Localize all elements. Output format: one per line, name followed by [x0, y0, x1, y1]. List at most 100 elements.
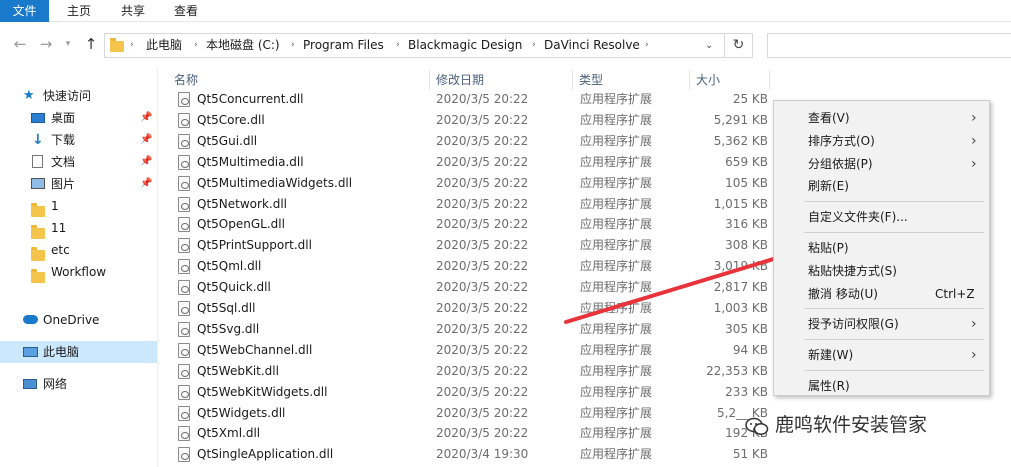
file-row[interactable]: Qt5WebKit.dll 2020/3/5 20:22 应用程序扩展 22,353 …	[170, 361, 776, 382]
context-menu-item[interactable]: 分组依据(P) ›	[774, 153, 989, 175]
file-row[interactable]: Qt5Sql.dll 2020/3/5 20:22 应用程序扩展 1,003 KB	[170, 298, 776, 319]
file-row[interactable]: Qt5Gui.dll 2020/3/5 20:22 应用程序扩展 5,362 KB	[170, 131, 776, 152]
sidebar-item-pictures[interactable]: 图片 📌	[0, 173, 157, 195]
dll-file-icon	[178, 384, 190, 400]
chevron-right-icon[interactable]: ›	[396, 34, 400, 57]
sidebar-item-downloads[interactable]: ↓ 下载 📌	[0, 129, 157, 151]
file-date: 2020/3/5 20:22	[436, 154, 529, 169]
pane-divider[interactable]	[157, 68, 158, 467]
menu-separator	[804, 339, 984, 341]
breadcrumb-blackmagic-design[interactable]: Blackmagic Design	[408, 34, 522, 57]
context-menu-item[interactable]: 粘贴快捷方式(S)	[774, 260, 989, 282]
sidebar-item-folder-etc[interactable]: etc	[0, 239, 157, 261]
chevron-right-icon[interactable]: ›	[291, 34, 295, 57]
breadcrumb-local-disk[interactable]: 本地磁盘 (C:)	[206, 34, 280, 57]
tab-file[interactable]: 文件	[0, 0, 49, 22]
chevron-right-icon[interactable]: ›	[194, 34, 198, 57]
chevron-right-icon[interactable]: ›	[130, 34, 134, 57]
sidebar-item-folder-1[interactable]: 1	[0, 195, 157, 217]
dll-file-icon	[178, 447, 190, 463]
column-header-date[interactable]: 修改日期	[430, 70, 573, 90]
tab-view[interactable]: 查看	[174, 0, 198, 22]
pin-icon[interactable]: 📌	[140, 173, 152, 195]
file-row[interactable]: Qt5Xml.dll 2020/3/5 20:22 应用程序扩展 192 KB	[170, 423, 776, 444]
sidebar-item-desktop[interactable]: 桌面 📌	[0, 107, 157, 129]
file-name: Qt5Widgets.dll	[197, 405, 286, 420]
network-icon	[23, 379, 37, 389]
sidebar-item-label: etc	[51, 243, 70, 257]
file-row[interactable]: Qt5OpenGL.dll 2020/3/5 20:22 应用程序扩展 316 KB	[170, 214, 776, 235]
file-row[interactable]: Qt5WebChannel.dll 2020/3/5 20:22 应用程序扩展 94 …	[170, 340, 776, 361]
sidebar-item-network[interactable]: 网络	[0, 373, 157, 395]
menu-item-label: 撤消 移动(U)	[808, 286, 878, 301]
file-row[interactable]: Qt5Network.dll 2020/3/5 20:22 应用程序扩展 1,015 …	[170, 194, 776, 215]
breadcrumb-this-pc[interactable]: 此电脑	[146, 34, 182, 57]
column-header-name[interactable]: 名称	[168, 70, 430, 90]
context-menu-item[interactable]: 撤消 移动(U) Ctrl+Z	[774, 283, 989, 305]
file-row[interactable]: Qt5MultimediaWidgets.dll 2020/3/5 20:22 应用…	[170, 173, 776, 194]
file-type: 应用程序扩展	[580, 217, 653, 232]
file-row[interactable]: Qt5Quick.dll 2020/3/5 20:22 应用程序扩展 2,817 KB	[170, 277, 776, 298]
file-date: 2020/3/5 20:22	[436, 363, 529, 378]
file-row[interactable]: Qt5Concurrent.dll 2020/3/5 20:22 应用程序扩展 25 …	[170, 89, 776, 110]
file-size: 659 KB	[725, 154, 768, 169]
context-menu-item[interactable]: 自定义文件夹(F)...	[774, 206, 989, 228]
menu-separator	[804, 201, 984, 203]
chevron-right-icon[interactable]: ›	[645, 34, 649, 57]
chevron-right-icon[interactable]: ›	[532, 34, 536, 57]
tab-home[interactable]: 主页	[67, 0, 91, 22]
file-name: Qt5WebKitWidgets.dll	[197, 384, 328, 399]
context-menu-item[interactable]: 属性(R)	[774, 375, 989, 397]
navigation-pane: ★ 快速访问 桌面 📌 ↓ 下载 📌 文档 📌 图片 📌 1 11 etc Wo…	[0, 68, 157, 467]
address-dropdown-icon[interactable]: ⌄	[705, 34, 713, 57]
file-name: Qt5Concurrent.dll	[197, 92, 304, 106]
file-row[interactable]: Qt5PrintSupport.dll 2020/3/5 20:22 应用程序扩展 3…	[170, 235, 776, 256]
sidebar-item-onedrive[interactable]: OneDrive	[0, 309, 157, 331]
recent-dropdown-icon[interactable]: ▾	[58, 34, 78, 54]
breadcrumb-program-files[interactable]: Program Files	[303, 34, 384, 57]
search-input[interactable]	[767, 33, 1011, 58]
chevron-right-icon: ›	[971, 110, 977, 126]
file-size: 2,817 KB	[713, 280, 768, 295]
column-header-type[interactable]: 类型	[573, 70, 690, 90]
file-size: 5,291 KB	[713, 112, 768, 127]
file-size: 1,003 KB	[713, 301, 768, 315]
back-arrow-icon[interactable]: ←	[10, 34, 30, 54]
sidebar-item-folder-11[interactable]: 11	[0, 217, 157, 239]
up-arrow-icon[interactable]: ↑	[81, 34, 101, 54]
dll-file-icon	[178, 405, 190, 421]
forward-arrow-icon[interactable]: →	[36, 34, 56, 54]
file-row[interactable]: Qt5Widgets.dll 2020/3/5 20:22 应用程序扩展 5,2__ …	[170, 403, 776, 424]
file-row[interactable]: Qt5WebKitWidgets.dll 2020/3/5 20:22 应用程序扩展…	[170, 382, 776, 403]
pin-icon[interactable]: 📌	[140, 129, 152, 151]
sidebar-item-folder-workflow[interactable]: Workflow	[0, 261, 157, 283]
context-menu-item[interactable]: 粘贴(P)	[774, 237, 989, 259]
sidebar-item-quick-access[interactable]: ★ 快速访问	[0, 85, 157, 107]
file-row[interactable]: Qt5Multimedia.dll 2020/3/5 20:22 应用程序扩展 659…	[170, 152, 776, 173]
file-row[interactable]: Qt5Svg.dll 2020/3/5 20:22 应用程序扩展 305 KB	[170, 319, 776, 340]
breadcrumb-davinci-resolve[interactable]: DaVinci Resolve	[544, 34, 640, 57]
file-type: 应用程序扩展	[580, 342, 653, 357]
address-bar[interactable]: › 此电脑 › 本地磁盘 (C:) › Program Files › Blac…	[104, 33, 725, 58]
file-row[interactable]: Qt5Qml.dll 2020/3/5 20:22 应用程序扩展 3,019 KB	[170, 256, 776, 277]
context-menu-item[interactable]: 授予访问权限(G) ›	[774, 313, 989, 335]
file-size: 308 KB	[725, 238, 768, 253]
watermark: 鹿鸣软件安装管家	[745, 410, 1011, 440]
sidebar-item-this-pc[interactable]: 此电脑	[0, 341, 157, 363]
sidebar-item-documents[interactable]: 文档 📌	[0, 151, 157, 173]
file-row[interactable]: QtSingleApplication.dll 2020/3/4 19:30 应用程…	[170, 444, 776, 465]
file-type: 应用程序扩展	[580, 363, 653, 378]
sidebar-item-label: 下载	[51, 133, 76, 147]
context-menu-item[interactable]: 排序方式(O) ›	[774, 130, 989, 152]
pin-icon[interactable]: 📌	[140, 151, 152, 173]
dll-file-icon	[178, 342, 190, 358]
file-row[interactable]: Qt5Core.dll 2020/3/5 20:22 应用程序扩展 5,291 KB	[170, 110, 776, 131]
dll-file-icon	[178, 363, 190, 379]
context-menu-item[interactable]: 刷新(E)	[774, 175, 989, 197]
pin-icon[interactable]: 📌	[140, 107, 152, 129]
context-menu-item[interactable]: 新建(W) ›	[774, 344, 989, 366]
column-header-size[interactable]: 大小	[690, 70, 770, 90]
tab-share[interactable]: 共享	[121, 0, 145, 22]
context-menu-item[interactable]: 查看(V) ›	[774, 107, 989, 129]
refresh-icon[interactable]: ↻	[725, 33, 753, 58]
